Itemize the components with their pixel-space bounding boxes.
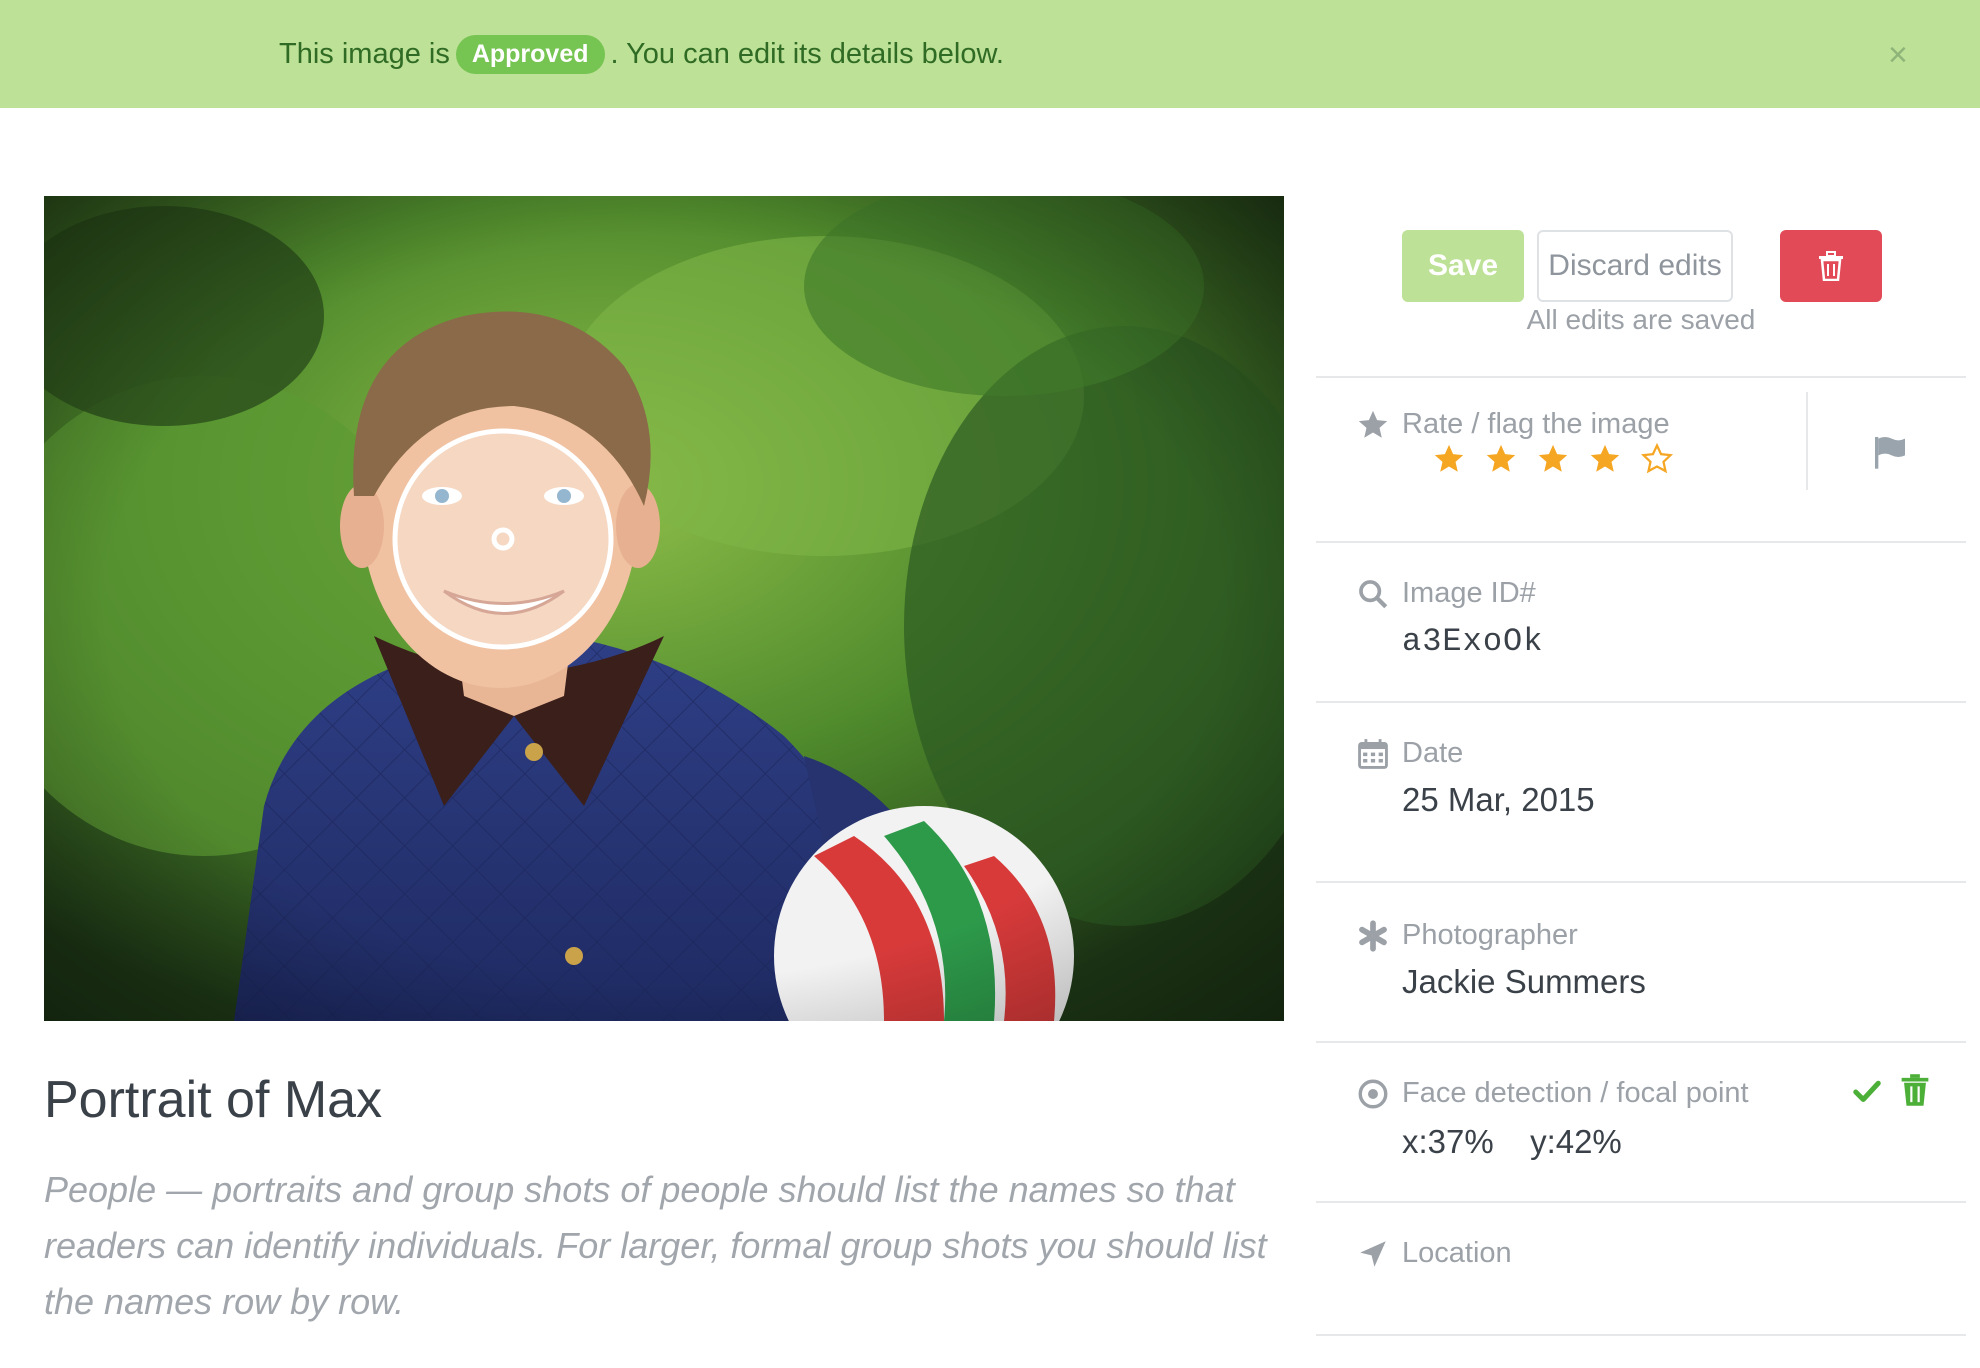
calendar-icon [1358, 739, 1388, 769]
focal-point-value: x:37% y:42% [1402, 1123, 1622, 1161]
flag-icon[interactable] [1870, 432, 1910, 472]
close-icon[interactable]: × [1888, 38, 1908, 72]
photographer-value[interactable]: Jackie Summers [1402, 963, 1646, 1001]
trash-icon [1819, 251, 1843, 281]
star-1-icon[interactable] [1432, 442, 1466, 476]
search-icon [1359, 580, 1388, 609]
save-button[interactable]: Save [1402, 230, 1524, 302]
discard-edits-button[interactable]: Discard edits [1537, 230, 1733, 302]
focal-point-label: Face detection / focal point [1402, 1077, 1749, 1109]
banner-text-before: This image is [279, 37, 450, 70]
rating-label: Rate / flag the image [1402, 408, 1670, 440]
date-section[interactable]: Date 25 Mar, 2015 [1316, 703, 1966, 879]
photographer-section[interactable]: Photographer Jackie Summers [1316, 883, 1966, 1040]
banner-text-after: . You can edit its details below. [610, 37, 1004, 70]
banner-message: This image is Approved . You can edit it… [279, 30, 1004, 78]
target-icon [1358, 1079, 1388, 1109]
focal-point-y: y:42% [1530, 1123, 1622, 1160]
star-4-icon[interactable] [1588, 442, 1622, 476]
star-2-icon[interactable] [1484, 442, 1518, 476]
photographer-label: Photographer [1402, 919, 1578, 951]
focal-point-section: Face detection / focal point x:37% y:42% [1316, 1043, 1966, 1199]
vertical-divider [1806, 392, 1808, 490]
star-3-icon[interactable] [1536, 442, 1570, 476]
image-id-value: a3ExoOk [1402, 623, 1544, 660]
star-5-empty-icon[interactable] [1640, 442, 1674, 476]
date-value[interactable]: 25 Mar, 2015 [1402, 781, 1595, 819]
status-banner: This image is Approved . You can edit it… [0, 0, 1980, 108]
save-status: All edits are saved [1526, 304, 1756, 335]
location-label[interactable]: Location [1402, 1237, 1512, 1270]
page-title: Portrait of Max [44, 1071, 383, 1129]
location-section[interactable]: Location [1316, 1203, 1966, 1333]
rating-section: Rate / flag the image [1316, 378, 1966, 538]
check-icon[interactable] [1852, 1077, 1882, 1107]
focal-point-x: x:37% [1402, 1123, 1494, 1160]
trash-icon[interactable] [1900, 1073, 1930, 1107]
star-icon [1358, 410, 1388, 438]
image-description: People — portraits and group shots of pe… [44, 1169, 1267, 1322]
focal-point-marker[interactable] [392, 428, 614, 650]
status-badge: Approved [455, 34, 605, 74]
image-id-section: Image ID# a3ExoOk [1316, 543, 1966, 700]
image-preview[interactable] [44, 196, 1284, 1021]
star-rating[interactable] [1432, 442, 1674, 476]
delete-button[interactable] [1780, 230, 1882, 302]
photo-illustration [44, 196, 1284, 1021]
date-label: Date [1402, 737, 1464, 769]
divider [1316, 1334, 1966, 1336]
location-arrow-icon [1360, 1241, 1386, 1267]
asterisk-icon [1359, 920, 1387, 952]
image-id-label: Image ID# [1402, 577, 1536, 609]
